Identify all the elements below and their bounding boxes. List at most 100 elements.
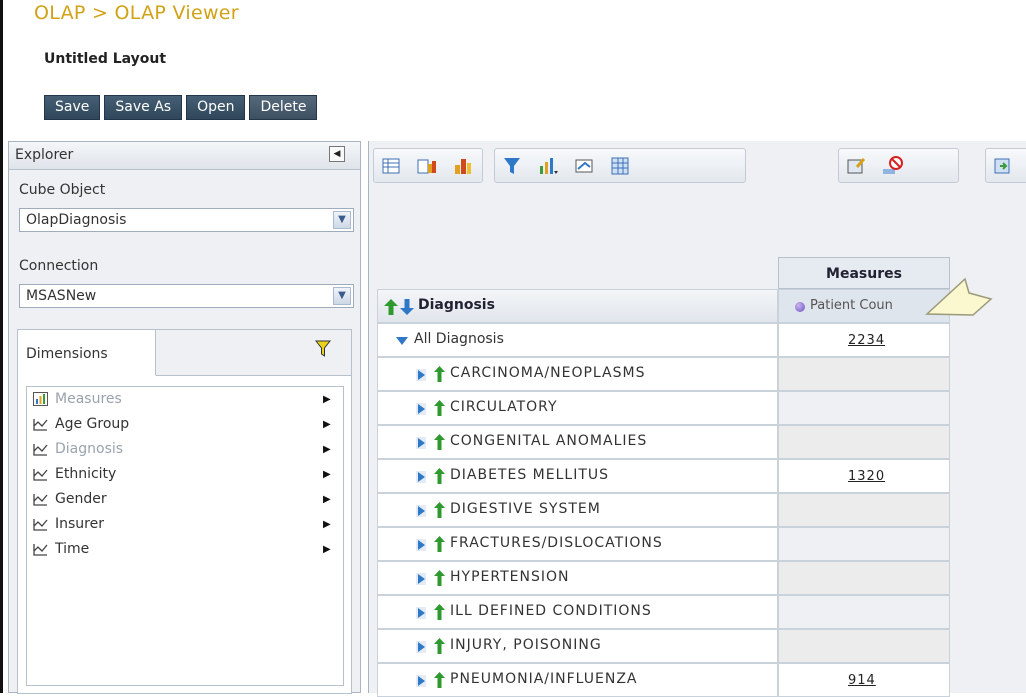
dimension-item[interactable]: Insurer ▶ xyxy=(27,512,343,537)
expand-icon[interactable] xyxy=(416,539,426,551)
export-icon[interactable] xyxy=(992,155,1014,177)
delete-button[interactable]: Delete xyxy=(249,95,318,120)
connection-select[interactable]: MSASNew ▼ xyxy=(19,284,354,308)
value-cell xyxy=(778,425,950,459)
save-button[interactable]: Save xyxy=(44,95,101,120)
chevron-down-icon[interactable]: ▼ xyxy=(333,211,351,229)
dimension-label: Age Group xyxy=(55,416,130,432)
chart-view-icon[interactable] xyxy=(452,155,474,177)
expand-icon[interactable] xyxy=(416,675,426,687)
expand-icon[interactable] xyxy=(416,471,426,483)
row-label-cell: ILL DEFINED CONDITIONS xyxy=(377,595,778,629)
hierarchy-icon xyxy=(33,519,48,531)
measures-icon xyxy=(33,392,48,406)
drill-up-icon[interactable] xyxy=(434,434,445,450)
view-toolgroup xyxy=(373,148,483,183)
row-label-cell: DIGESTIVE SYSTEM xyxy=(377,493,778,527)
dimensions-box: Dimensions Measures ▶ Age Group ▶ Diagnosis ▶… xyxy=(17,329,352,694)
hierarchy-icon xyxy=(33,544,48,556)
value-cell xyxy=(778,527,950,561)
cell-value[interactable]: 1320 xyxy=(848,469,885,484)
expand-icon[interactable] xyxy=(416,403,426,415)
dimension-label: Time xyxy=(55,541,90,557)
edit-chart-icon[interactable] xyxy=(573,155,595,177)
submenu-arrow-icon[interactable]: ▶ xyxy=(323,512,331,537)
drill-up-all-icon[interactable] xyxy=(384,299,398,315)
value-cell xyxy=(778,493,950,527)
explorer-header: Explorer ◀ xyxy=(9,142,360,170)
row-label-cell: HYPERTENSION xyxy=(377,561,778,595)
diagnosis-header[interactable]: Diagnosis xyxy=(377,289,778,323)
drill-up-icon[interactable] xyxy=(434,672,445,688)
explorer-title: Explorer xyxy=(15,147,74,163)
chart-type-icon[interactable] xyxy=(537,155,559,177)
submenu-arrow-icon[interactable]: ▶ xyxy=(323,412,331,437)
expand-icon[interactable] xyxy=(416,641,426,653)
grid-view-icon[interactable] xyxy=(380,155,402,177)
cell-value[interactable]: 914 xyxy=(848,673,876,688)
dimension-item[interactable]: Time ▶ xyxy=(27,537,343,562)
expand-icon[interactable] xyxy=(416,573,426,585)
value-cell: 914 xyxy=(778,663,950,697)
drill-down-all-icon[interactable] xyxy=(400,299,414,315)
tab-dimensions[interactable]: Dimensions xyxy=(18,330,156,376)
row-label: DIGESTIVE SYSTEM xyxy=(450,501,601,517)
callout-arrow-icon xyxy=(925,277,993,316)
drill-up-icon[interactable] xyxy=(434,468,445,484)
edit-note-icon[interactable] xyxy=(845,155,867,177)
dimension-item[interactable]: Ethnicity ▶ xyxy=(27,462,343,487)
pivot-toolbar xyxy=(369,141,1026,188)
cube-object-label: Cube Object xyxy=(19,182,106,198)
expand-icon[interactable] xyxy=(416,369,426,381)
action-bar: Save Save As Open Delete xyxy=(44,95,318,120)
table-layout-icon[interactable] xyxy=(609,155,631,177)
row-label: INJURY, POISONING xyxy=(450,637,602,653)
expand-icon[interactable] xyxy=(416,505,426,517)
submenu-arrow-icon[interactable]: ▶ xyxy=(323,462,331,487)
grid-chart-view-icon[interactable] xyxy=(416,155,438,177)
cell-value[interactable]: 2234 xyxy=(848,333,885,348)
cube-object-select[interactable]: OlapDiagnosis ▼ xyxy=(19,208,354,232)
dimension-item[interactable]: Gender ▶ xyxy=(27,487,343,512)
edit-toolgroup xyxy=(838,148,959,183)
row-label-cell: CONGENITAL ANOMALIES xyxy=(377,425,778,459)
collapse-icon[interactable] xyxy=(396,337,408,347)
drill-up-icon[interactable] xyxy=(434,536,445,552)
collapse-panel-button[interactable]: ◀ xyxy=(329,146,345,162)
row-label: FRACTURES/DISLOCATIONS xyxy=(450,535,663,551)
chevron-down-icon[interactable]: ▼ xyxy=(333,287,351,305)
dimension-item[interactable]: Age Group ▶ xyxy=(27,412,343,437)
export-toolgroup xyxy=(985,148,1026,183)
filter-icon[interactable] xyxy=(501,155,523,177)
value-cell: 2234 xyxy=(778,323,950,357)
save-as-button[interactable]: Save As xyxy=(104,95,183,120)
drill-up-icon[interactable] xyxy=(434,502,445,518)
drill-up-icon[interactable] xyxy=(434,400,445,416)
drill-up-icon[interactable] xyxy=(434,638,445,654)
dimension-label: Ethnicity xyxy=(55,466,117,482)
pivot-panel: Measures Diagnosis Patient Coun All Diagno… xyxy=(368,141,1026,697)
submenu-arrow-icon[interactable]: ▶ xyxy=(323,537,331,562)
row-label: PNEUMONIA/INFLUENZA xyxy=(450,671,638,687)
dimension-label: Insurer xyxy=(55,516,104,532)
row-label-cell: PNEUMONIA/INFLUENZA xyxy=(377,663,778,697)
row-label: All Diagnosis xyxy=(414,331,504,347)
expand-icon[interactable] xyxy=(416,437,426,449)
analysis-toolgroup xyxy=(494,148,746,183)
drill-up-icon[interactable] xyxy=(434,366,445,382)
submenu-arrow-icon[interactable]: ▶ xyxy=(323,437,331,462)
submenu-arrow-icon[interactable]: ▶ xyxy=(323,487,331,512)
open-button[interactable]: Open xyxy=(186,95,246,120)
row-label: CIRCULATORY xyxy=(450,399,558,415)
drill-up-icon[interactable] xyxy=(434,570,445,586)
dimension-item[interactable]: Measures ▶ xyxy=(27,387,343,412)
cube-object-value: OlapDiagnosis xyxy=(26,212,127,228)
filter-icon[interactable] xyxy=(315,340,331,358)
clear-icon[interactable] xyxy=(881,155,903,177)
dimension-label: Gender xyxy=(55,491,107,507)
drill-up-icon[interactable] xyxy=(434,604,445,620)
row-label-cell: CIRCULATORY xyxy=(377,391,778,425)
dimension-item[interactable]: Diagnosis ▶ xyxy=(27,437,343,462)
expand-icon[interactable] xyxy=(416,607,426,619)
submenu-arrow-icon[interactable]: ▶ xyxy=(323,387,331,412)
